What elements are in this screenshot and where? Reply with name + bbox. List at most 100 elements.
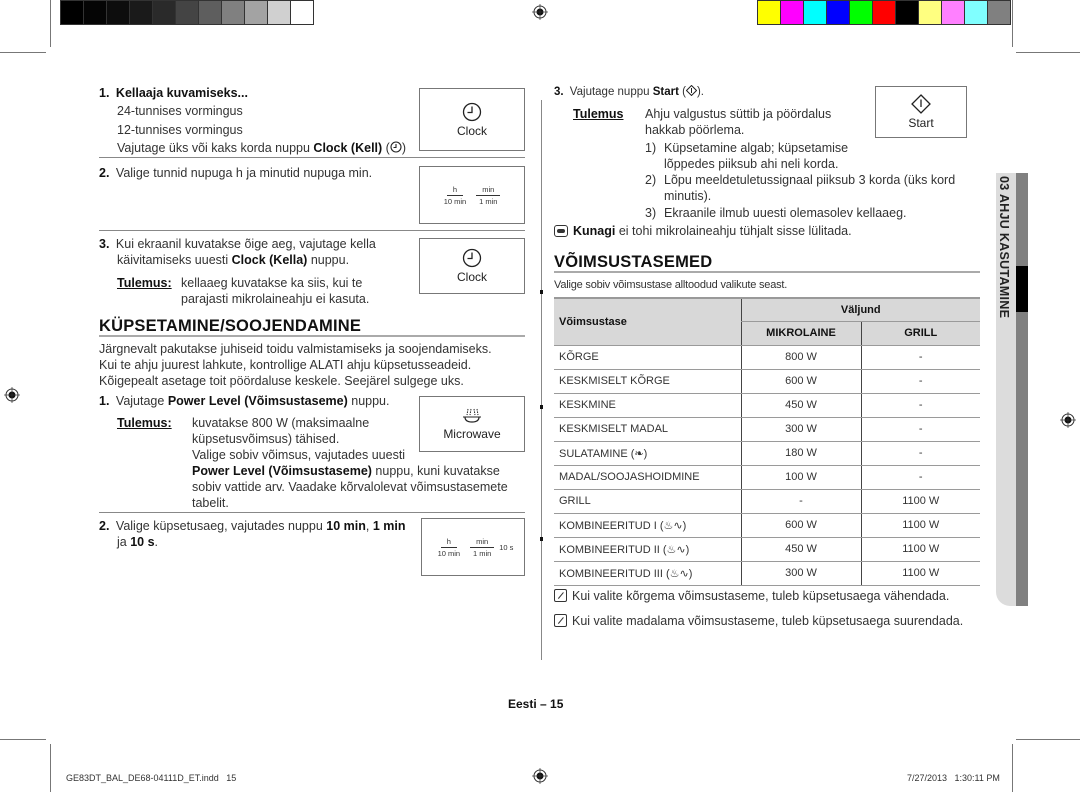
cell-level: GRILL: [554, 489, 741, 514]
crop-mark: [0, 739, 46, 740]
clock-button-label: Clock: [456, 270, 487, 284]
time-keys-illustration: h 10 min min 1 min: [419, 166, 525, 224]
divider-marker: [540, 537, 543, 541]
color-swatch: [781, 1, 803, 24]
section-rule: [554, 271, 980, 273]
start-item-3: 3): [645, 206, 657, 220]
table-row: KESKMINE 450 W-: [554, 393, 980, 418]
cell-micro: 600 W: [740, 513, 861, 538]
cell-micro: 100 W: [740, 465, 861, 490]
power-level-table: Võimsustase Väljund MIKROLAINE GRILL KÕR…: [554, 297, 980, 586]
cell-grill: 1100 W: [860, 513, 980, 538]
cell-grill: -: [860, 465, 980, 490]
hour-key: h 10 min: [443, 184, 467, 206]
start-result-1: Ahju valgustus süttib ja pöördalus: [645, 107, 832, 121]
result-label: Tulemus: [573, 107, 624, 121]
cooking-intro-1: Järgnevalt pakutakse juhiseid toidu valm…: [99, 342, 492, 356]
step2-instruction: 2. Valige tunnid nupuga h ja minutid nup…: [99, 166, 373, 180]
file-name: GE83DT_BAL_DE68-04111D_ET.indd 15: [66, 773, 237, 783]
step3-instruction-cont: käivitamiseks uuesti Clock (Kella) nuppu…: [117, 253, 350, 267]
print-timestamp: 7/27/2013 1:30:11 PM: [907, 773, 1000, 783]
step1-heading: 1. Kellaaja kuvamiseks...: [99, 86, 248, 100]
gray-swatch: [268, 1, 290, 24]
column-divider: [541, 100, 542, 660]
time-keys-illustration: h 10 min min 1 min 10 s: [421, 518, 525, 576]
divider: [99, 512, 525, 513]
table-row: MADAL/SOOJASHOIDMINE 100 W-: [554, 465, 980, 490]
clock-icon: [462, 102, 482, 121]
start-item-2-text-cont: minutis).: [664, 189, 712, 203]
step1-option-24h: 24-tunnises vormingus: [117, 104, 243, 118]
section-title-power-levels: VÕIMSUSTASEMED: [554, 253, 713, 271]
gray-swatch: [107, 1, 129, 24]
note-higher-power: Kui valite kõrgema võimsustaseme, tuleb …: [554, 588, 949, 604]
grayscale-color-bar: [60, 0, 314, 25]
color-swatch: [804, 1, 826, 24]
step3-result: kellaaeg kuvatakse ka siis, kui te: [181, 276, 363, 290]
color-swatch: [758, 1, 780, 24]
cell-grill: -: [860, 345, 980, 370]
color-swatch: [942, 1, 964, 24]
section-rule: [99, 335, 525, 337]
table-row: GRILL -1100 W: [554, 489, 980, 514]
cell-grill: -: [860, 417, 980, 442]
cell-micro: 300 W: [740, 561, 861, 586]
divider: [99, 230, 525, 231]
color-swatch: [919, 1, 941, 24]
cell-level: SULATAMINE (❧): [554, 441, 741, 466]
cooking-result-2: küpsetusvõimsus) tähised.: [192, 432, 340, 446]
cell-micro: 800 W: [740, 345, 861, 370]
start-item-1-text-cont: lõppedes piiksub ahi neli korda.: [664, 157, 839, 171]
gray-swatch: [153, 1, 175, 24]
cell-level: MADAL/SOOJASHOIDMINE: [554, 465, 741, 490]
cooking-intro-3: Kõigepealt asetage toit pöördaluse keske…: [99, 374, 464, 388]
crop-mark: [0, 52, 46, 53]
note-icon: [554, 614, 567, 627]
cell-micro: 180 W: [740, 441, 861, 466]
note-icon: [554, 589, 567, 602]
col-header-microwave: MIKROLAINE: [740, 321, 861, 346]
cell-micro: 450 W: [740, 393, 861, 418]
chapter-tab-marker: [1016, 266, 1028, 312]
clock-icon: [390, 141, 402, 153]
cell-level: KOMBINEERITUD III (♨∿): [554, 561, 741, 586]
color-swatch: [827, 1, 849, 24]
start-item-2: 2): [645, 173, 657, 187]
cell-grill: -: [860, 441, 980, 466]
clock-icon: [462, 248, 482, 268]
cooking-result-3: Valige sobiv võimsus, vajutades uuesti: [192, 448, 406, 462]
minute-key: min 1 min: [470, 537, 495, 558]
crop-mark: [50, 744, 51, 792]
color-swatch: [896, 1, 918, 24]
table-row: KESKMISELT MADAL 300 W-: [554, 417, 980, 442]
table-row: KESKMISELT KÕRGE 600 W-: [554, 369, 980, 394]
start-result-2: hakkab pöörlema.: [645, 123, 745, 137]
power-intro: Valige sobiv võimsustase alltoodud valik…: [554, 279, 788, 291]
cell-grill: 1100 W: [860, 537, 980, 562]
gray-swatch: [84, 1, 106, 24]
cell-micro: -: [740, 489, 861, 514]
cell-level: KESKMINE: [554, 393, 741, 418]
clock-button-illustration: Clock: [419, 88, 525, 151]
microwave-button-illustration: Microwave: [419, 396, 525, 452]
cell-level: KÕRGE: [554, 345, 741, 370]
section-title-cooking: KÜPSETAMINE/SOOJENDAMINE: [99, 317, 362, 335]
table-row: SULATAMINE (❧) 180 W-: [554, 441, 980, 466]
cell-grill: 1100 W: [860, 561, 980, 586]
chapter-tab-bar: [1016, 173, 1028, 606]
page-number: Eesti – 15: [508, 697, 564, 711]
divider-marker: [540, 290, 543, 294]
process-color-bar: [757, 0, 1011, 25]
table-row: KOMBINEERITUD II (♨∿) 450 W 1100 W: [554, 537, 980, 562]
result-label: Tulemus:: [117, 416, 172, 430]
cell-level: KOMBINEERITUD II (♨∿): [554, 537, 741, 562]
caution-note: Kunagi ei tohi mikrolaineahju tühjalt si…: [554, 223, 852, 239]
gray-swatch: [291, 1, 313, 24]
color-swatch: [988, 1, 1010, 24]
crop-mark: [1012, 0, 1013, 47]
crop-mark: [50, 0, 51, 47]
cooking-result-6: tabelit.: [192, 496, 229, 510]
crop-mark: [1016, 739, 1080, 740]
color-swatch: [873, 1, 895, 24]
start-icon: [911, 94, 931, 114]
